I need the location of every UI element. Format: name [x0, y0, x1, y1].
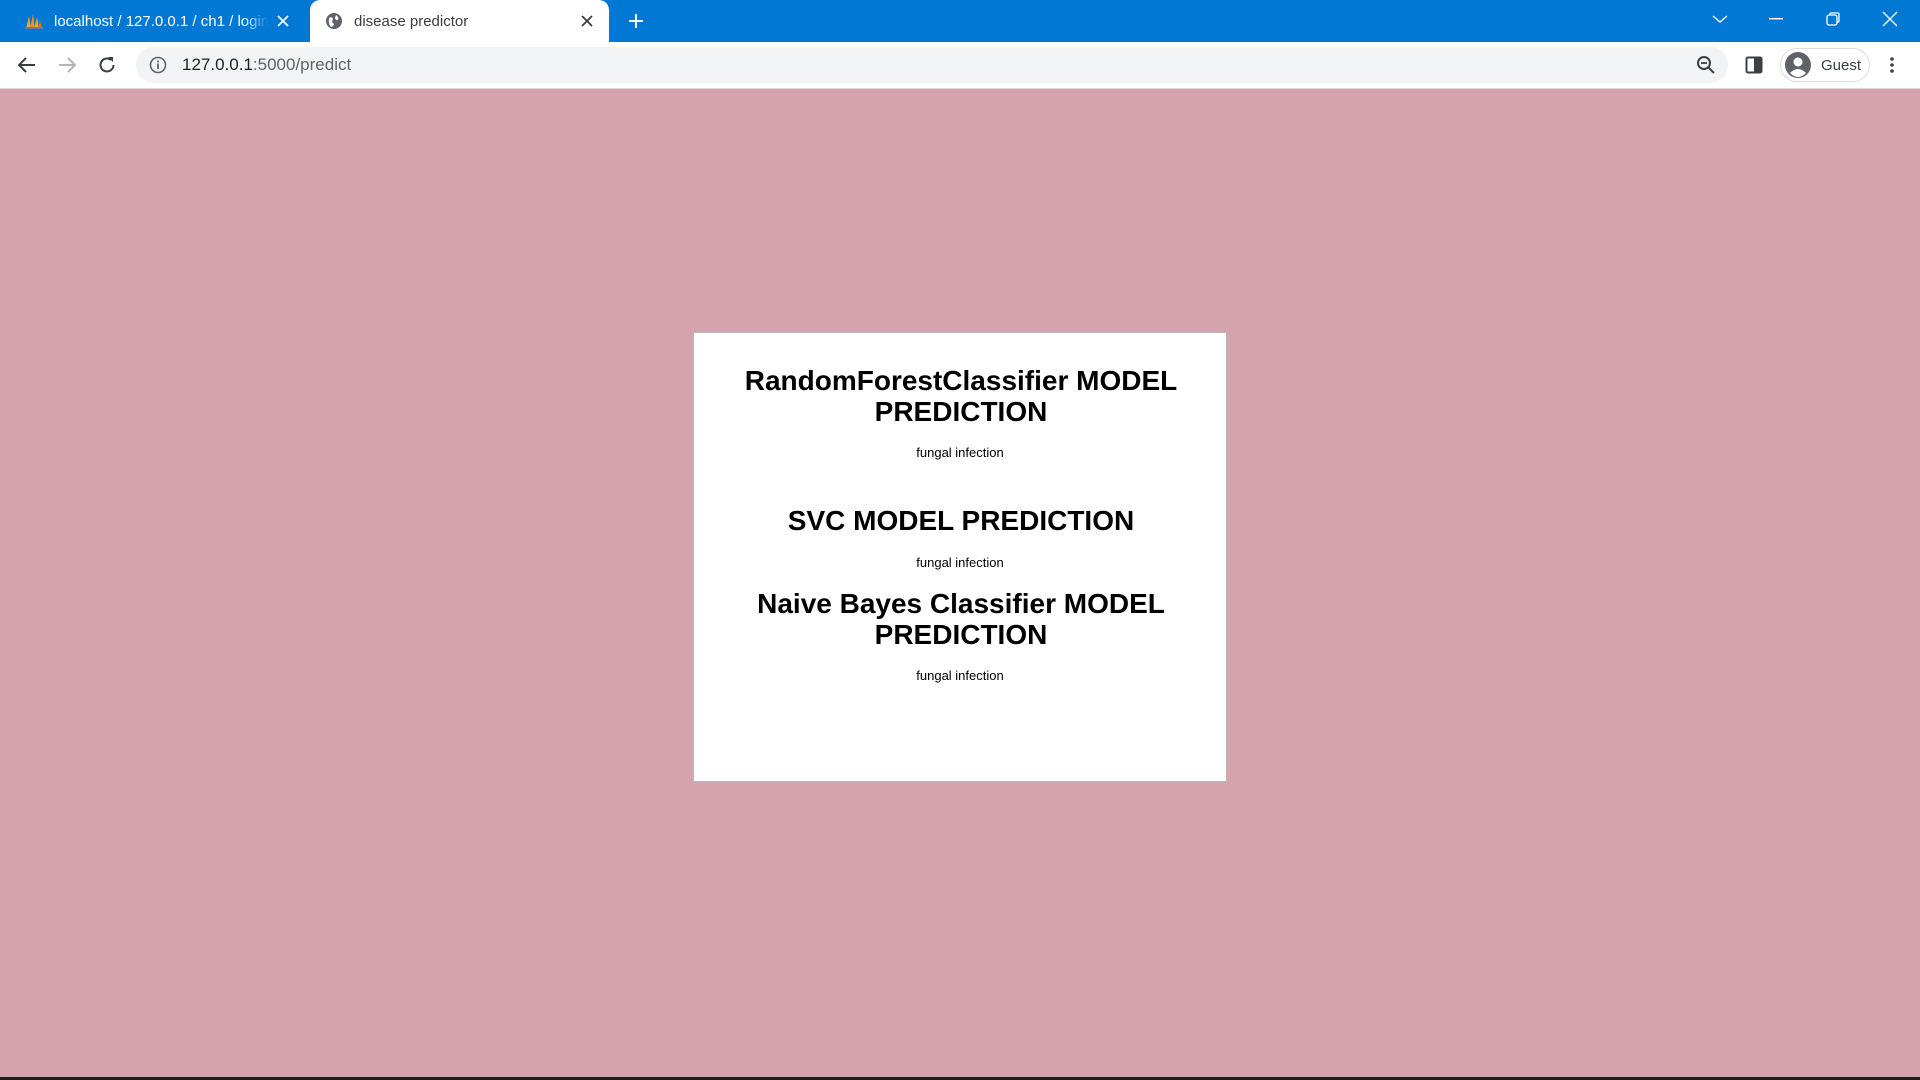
tab-title: disease predictor: [354, 12, 469, 30]
tab-title: localhost / 127.0.0.1 / ch1 / login: [54, 12, 269, 30]
prediction-card: RandomForestClassifier MODEL PREDICTION …: [693, 332, 1227, 782]
phpmyadmin-icon: [24, 11, 44, 31]
close-icon[interactable]: [573, 7, 601, 35]
tab-phpmyadmin[interactable]: localhost / 127.0.0.1 / ch1 / login: [12, 0, 305, 42]
side-panel-icon: [1745, 56, 1763, 74]
svc-heading: SVC MODEL PREDICTION: [787, 505, 1135, 536]
close-window-button[interactable]: [1862, 0, 1918, 38]
random-forest-heading: RandomForestClassifier MODEL PREDICTION: [744, 365, 1178, 427]
back-button[interactable]: [11, 49, 43, 81]
reload-button[interactable]: [91, 49, 123, 81]
menu-button[interactable]: [1876, 49, 1908, 81]
forward-button[interactable]: [51, 49, 83, 81]
info-icon[interactable]: [148, 55, 168, 75]
minimize-icon: [1769, 18, 1783, 20]
close-icon[interactable]: [269, 7, 297, 35]
close-icon: [1882, 11, 1898, 27]
chevron-down-icon: [1712, 15, 1728, 23]
zoom-icon[interactable]: [1694, 53, 1718, 77]
minimize-button[interactable]: [1748, 0, 1804, 38]
tab-search-button[interactable]: [1692, 0, 1748, 38]
naive-bayes-result: fungal infection: [916, 668, 1004, 683]
browser-toolbar: 127.0.0.1:5000/predict Guest: [0, 42, 1920, 89]
tab-strip: localhost / 127.0.0.1 / ch1 / login dise…: [0, 0, 1920, 42]
avatar-icon: [1785, 52, 1811, 78]
restore-button[interactable]: [1805, 0, 1861, 38]
url-host: 127.0.0.1: [182, 55, 253, 74]
naive-bayes-heading: Naive Bayes Classifier MODEL PREDICTION: [757, 588, 1165, 650]
new-tab-button[interactable]: [622, 7, 650, 35]
arrow-left-icon: [18, 57, 35, 73]
restore-icon: [1826, 12, 1840, 26]
url-text: 127.0.0.1:5000/predict: [182, 55, 351, 75]
svc-result: fungal infection: [916, 555, 1004, 570]
url-path: :5000/predict: [252, 55, 352, 74]
more-vertical-icon: [1890, 57, 1894, 73]
profile-label: Guest: [1821, 56, 1862, 74]
arrow-right-icon: [59, 57, 76, 73]
page-viewport: RandomForestClassifier MODEL PREDICTION …: [0, 89, 1920, 1077]
plus-icon: [629, 14, 643, 28]
random-forest-result: fungal infection: [916, 445, 1004, 460]
tab-disease-predictor[interactable]: disease predictor: [310, 0, 609, 42]
profile-button[interactable]: Guest: [1780, 48, 1870, 82]
reload-icon: [99, 57, 115, 73]
side-panel-button[interactable]: [1738, 49, 1770, 81]
globe-icon: [324, 11, 344, 31]
address-bar[interactable]: 127.0.0.1:5000/predict: [136, 47, 1728, 83]
